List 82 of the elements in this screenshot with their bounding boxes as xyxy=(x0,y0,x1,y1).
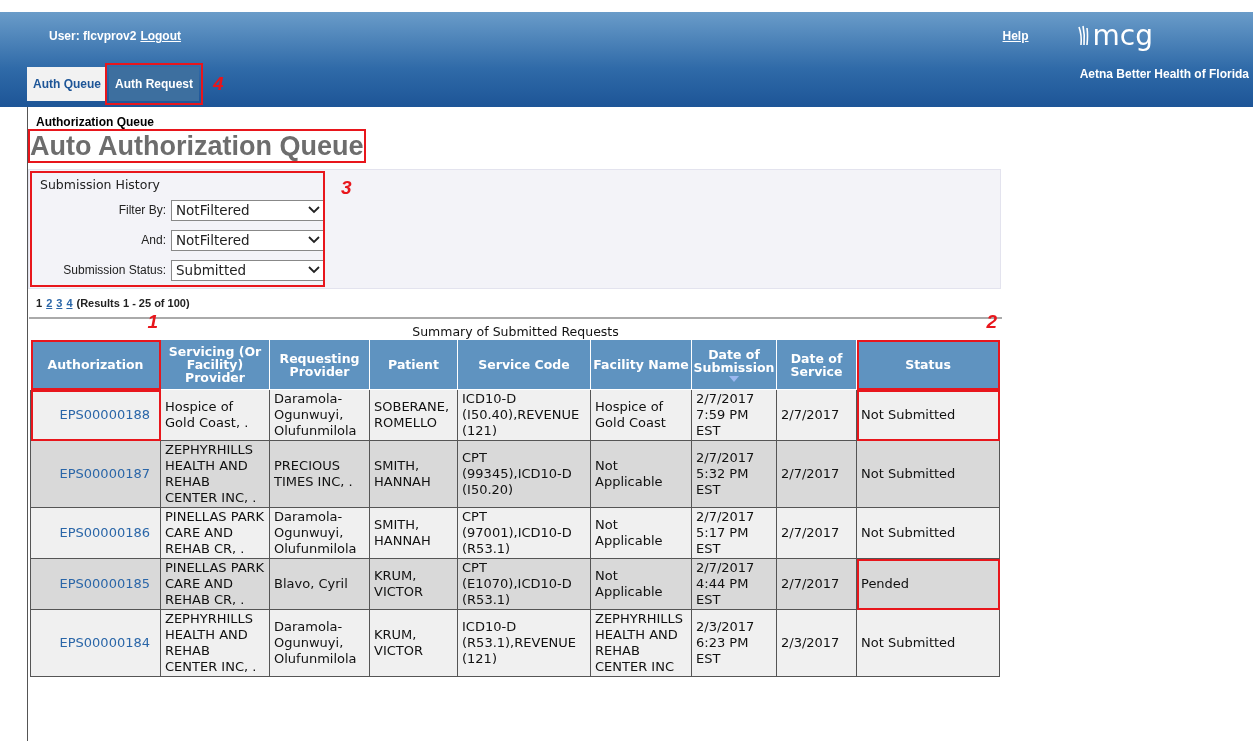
table-cell: Blavo, Cyril xyxy=(269,558,370,610)
authorization-link[interactable]: EPS00000186 xyxy=(59,525,150,540)
authorization-link[interactable]: EPS00000188 xyxy=(59,407,150,422)
table-cell: 2/7/2017 5:32 PM EST xyxy=(691,440,777,508)
column-header[interactable]: Facility Name xyxy=(590,339,692,390)
filter-label: Submission Status: xyxy=(63,263,166,277)
chevron-down-icon xyxy=(308,266,320,274)
chevron-down-icon xyxy=(308,236,320,244)
column-header[interactable]: Requesting Provider xyxy=(269,339,370,390)
table-cell: ZEPHYRHILLS HEALTH AND REHAB CENTER INC, . xyxy=(160,609,270,677)
table-cell: Daramola-Ogunwuyi, Olufunmilola xyxy=(269,507,370,559)
breadcrumb: Authorization Queue xyxy=(36,114,155,129)
table-cell: Not Applicable xyxy=(590,507,692,559)
table-cell: CPT (E1070),ICD10-D (R53.1) xyxy=(457,558,591,610)
page-link[interactable]: 4 xyxy=(66,297,73,309)
results-count: (Results 1 - 25 of 100) xyxy=(76,297,190,309)
callout-number: 3 xyxy=(341,177,352,199)
table-cell: PINELLAS PARK CARE AND REHAB CR, . xyxy=(160,558,270,610)
user-label: User: flcvprov2 xyxy=(49,29,137,43)
table-cell: Hospice of Gold Coast xyxy=(590,389,692,441)
logo-mark-icon xyxy=(1076,25,1091,47)
table-cell: PINELLAS PARK CARE AND REHAB CR, . xyxy=(160,507,270,559)
authorization-link[interactable]: EPS00000185 xyxy=(59,576,150,591)
column-header[interactable]: Date of Service xyxy=(776,339,857,390)
authorization-link[interactable]: EPS00000184 xyxy=(59,635,150,650)
page-link[interactable]: 2 xyxy=(46,297,53,309)
tab[interactable]: Auth Queue xyxy=(27,66,107,101)
callout-number: 4 xyxy=(213,72,224,95)
help-link[interactable]: Help xyxy=(1002,29,1029,43)
logo-text: mcg xyxy=(1092,22,1153,50)
table-cell: 2/7/2017 xyxy=(776,389,857,441)
panel-heading: Submission History xyxy=(40,177,161,192)
table-cell: Daramola-Ogunwuyi, Olufunmilola xyxy=(269,389,370,441)
filter-dropdown[interactable]: Submitted xyxy=(171,259,325,281)
table-cell: 2/7/2017 4:44 PM EST xyxy=(691,558,777,610)
page-link[interactable]: 1 xyxy=(36,297,43,309)
table-cell: CPT (97001),ICD10-D (R53.1) xyxy=(457,507,591,559)
column-header[interactable]: Service Code xyxy=(457,339,591,390)
page-link[interactable]: 3 xyxy=(56,297,63,309)
table-cell: 2/3/2017 xyxy=(776,609,857,677)
column-header[interactable]: Date of Submission xyxy=(691,339,777,390)
callout-number: 1 xyxy=(147,315,158,328)
column-header[interactable]: Servicing (Or Facility) Provider xyxy=(160,339,270,390)
table-cell: Not Submitted xyxy=(856,609,1000,677)
authorization-link[interactable]: EPS00000187 xyxy=(59,466,150,481)
table-cell: PRECIOUS TIMES INC, . xyxy=(269,440,370,508)
filter-dropdown[interactable]: NotFiltered xyxy=(171,199,325,221)
table-cell: Not Applicable xyxy=(590,558,692,610)
column-header[interactable]: Patient xyxy=(369,339,458,390)
organization-name: Aetna Better Health of Florida xyxy=(1079,66,1249,81)
filter-label: And: xyxy=(141,233,166,247)
page-title: Auto Authorization Queue xyxy=(28,129,367,163)
callout-number: 2 xyxy=(986,315,997,328)
table-cell: Not Submitted xyxy=(856,440,1000,508)
table-cell: 2/7/2017 xyxy=(776,558,857,610)
logout-link[interactable]: Logout xyxy=(140,29,182,43)
table-cell: Not Submitted xyxy=(856,507,1000,559)
table-cell: Not Applicable xyxy=(590,440,692,508)
table-cell: Pended xyxy=(856,558,1000,610)
table-cell: ZEPHYRHILLS HEALTH AND REHAB CENTER INC, . xyxy=(160,440,270,508)
table-cell: 2/7/2017 5:17 PM EST xyxy=(691,507,777,559)
table-cell: KRUM, VICTOR xyxy=(369,609,458,677)
table-cell: Hospice of Gold Coast, . xyxy=(160,389,270,441)
table-cell: KRUM, VICTOR xyxy=(369,558,458,610)
table-cell: 2/7/2017 xyxy=(776,440,857,508)
table-cell: 2/7/2017 xyxy=(776,507,857,559)
table-cell: ICD10-D (R53.1),REVENUE (121) xyxy=(457,609,591,677)
filter-dropdown[interactable]: NotFiltered xyxy=(171,229,325,251)
table-cell: SOBERANE, ROMELLO xyxy=(369,389,458,441)
table-caption: Summary of Submitted Requests xyxy=(412,324,619,340)
table-cell: Not Submitted xyxy=(856,389,1000,441)
table-cell: SMITH, HANNAH xyxy=(369,440,458,508)
table-cell: CPT (99345),ICD10-D (I50.20) xyxy=(457,440,591,508)
chevron-down-icon xyxy=(308,206,320,214)
table-cell: ZEPHYRHILLS HEALTH AND REHAB CENTER INC xyxy=(590,609,692,677)
table-cell: 2/7/2017 7:59 PM EST xyxy=(691,389,777,441)
table-cell: Daramola-Ogunwuyi, Olufunmilola xyxy=(269,609,370,677)
table-cell: ICD10-D (I50.40),REVENUE (121) xyxy=(457,389,591,441)
sort-arrow-icon xyxy=(729,375,739,382)
table-cell: 2/3/2017 6:23 PM EST xyxy=(691,609,777,677)
filter-label: Filter By: xyxy=(118,203,166,217)
table-cell: SMITH, HANNAH xyxy=(369,507,458,559)
